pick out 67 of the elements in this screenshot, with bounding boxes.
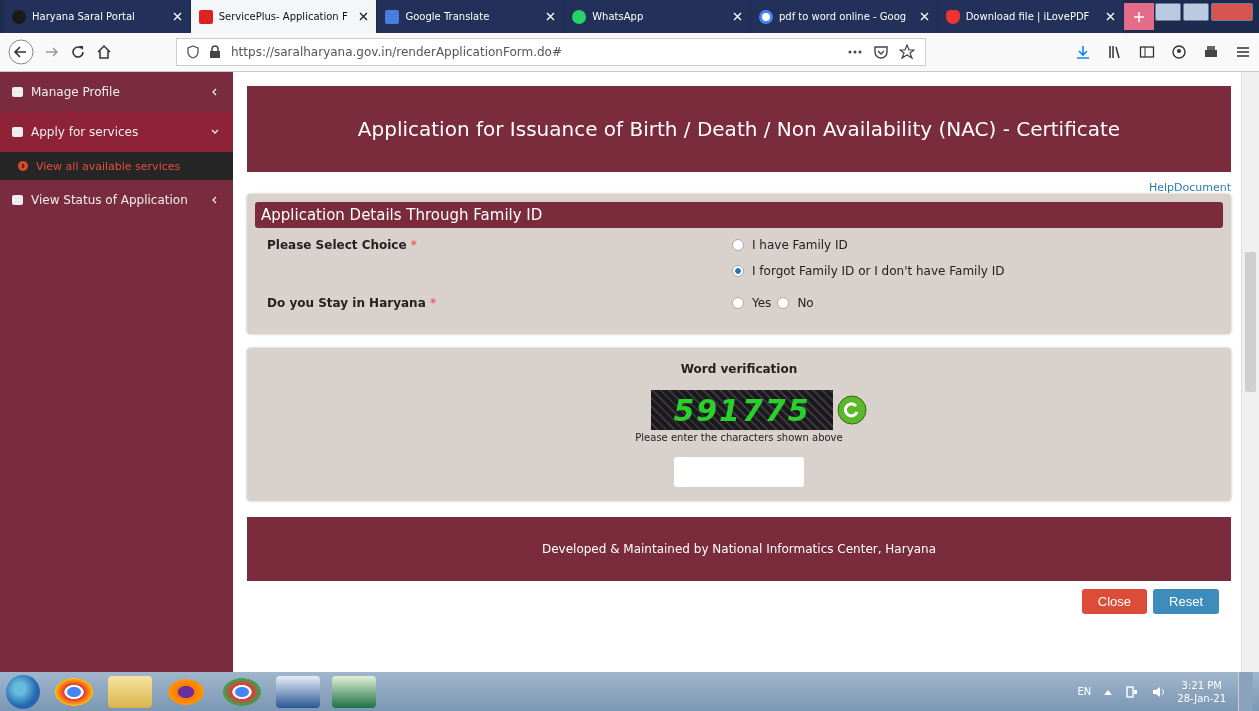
action-button[interactable]: Reset (1153, 589, 1219, 614)
address-bar[interactable]: https://saralharyana.gov.in/renderApplicationForm.do# (176, 38, 926, 66)
plus-icon (1133, 10, 1146, 23)
shield-icon (187, 45, 199, 59)
tab-favicon-icon (945, 9, 960, 24)
section-title: Application Details Through Family ID (261, 206, 543, 224)
radio-option[interactable]: I have Family ID (732, 238, 1005, 252)
sidebar-item[interactable]: Apply for services (0, 112, 233, 152)
chevron-icon (211, 128, 219, 136)
footer-text: Developed & Maintained by National Informatics Center, Haryana (541, 542, 937, 556)
help-link[interactable]: HelpDocument (1148, 181, 1231, 194)
required-mark: * (429, 296, 436, 310)
close-icon[interactable] (359, 12, 369, 21)
browser-tab[interactable]: pdf to word online - Goog (750, 0, 937, 33)
tab-favicon-icon (758, 9, 773, 24)
chevron-icon (211, 88, 219, 96)
menu-item-icon (12, 127, 23, 137)
arrow-circle-icon (18, 161, 28, 171)
more-icon[interactable] (847, 49, 863, 55)
captcha-input[interactable] (674, 457, 804, 487)
radio-button[interactable] (777, 297, 790, 309)
sidebar-item[interactable]: Manage Profile (0, 72, 233, 112)
volume-icon[interactable] (1151, 684, 1166, 699)
page-title: Application for Issuance of Birth / Death / Non Availability (NAC) - Certificate (357, 117, 1121, 141)
pocket-icon[interactable] (873, 44, 889, 60)
radio-button[interactable] (732, 297, 744, 309)
browser-tab[interactable]: ServicePlus- Application F (190, 0, 377, 33)
lock-icon (209, 45, 221, 59)
question-label: Please Select Choice (267, 238, 407, 252)
scrollbar[interactable] (1241, 72, 1259, 672)
menu-item-icon (12, 195, 23, 205)
sidebar-item[interactable]: View Status of Application (0, 180, 233, 220)
browser-tab[interactable]: Haryana Saral Portal (4, 0, 190, 33)
browser-tab[interactable]: WhatsApp (564, 0, 750, 33)
account-icon[interactable] (1171, 44, 1187, 60)
radio-option[interactable]: I forgot Family ID or I don't have Family ID (732, 264, 1005, 278)
radio-option[interactable]: No (777, 296, 814, 310)
question-label: Do you Stay in Haryana (267, 296, 426, 310)
menu-item-icon (12, 87, 23, 97)
home-icon[interactable] (96, 44, 112, 60)
network-icon[interactable] (1125, 684, 1140, 699)
radio-button[interactable] (732, 239, 744, 251)
star-icon[interactable] (899, 44, 915, 60)
library-icon[interactable] (1107, 44, 1123, 60)
tab-favicon-icon (198, 9, 213, 24)
chevron-icon (211, 196, 219, 204)
reload-icon[interactable] (70, 44, 86, 60)
download-icon[interactable] (1075, 44, 1091, 60)
captcha-code: 591775 (651, 390, 833, 430)
sidebar-icon[interactable] (1139, 44, 1155, 60)
back-icon[interactable] (8, 39, 34, 65)
captcha-hint: Please enter the characters shown above (635, 432, 843, 443)
action-button[interactable]: Close (1081, 589, 1148, 614)
browser-tab[interactable]: Download file | iLovePDF (937, 0, 1124, 33)
menu-icon[interactable] (1235, 44, 1251, 60)
printer-icon[interactable] (1203, 44, 1219, 60)
sidebar-subitem[interactable]: View all available services (0, 152, 233, 180)
radio-option[interactable]: Yes (732, 296, 772, 310)
tab-favicon-icon (572, 9, 587, 24)
captcha-title: Word verification (680, 362, 798, 376)
refresh-icon[interactable] (837, 395, 867, 425)
tab-favicon-icon (12, 9, 26, 24)
required-mark: * (410, 238, 417, 252)
start-orb-icon[interactable] (6, 674, 40, 709)
radio-button[interactable] (732, 265, 744, 277)
browser-tab[interactable]: Google Translate (377, 0, 564, 33)
tab-favicon-icon (385, 9, 400, 24)
